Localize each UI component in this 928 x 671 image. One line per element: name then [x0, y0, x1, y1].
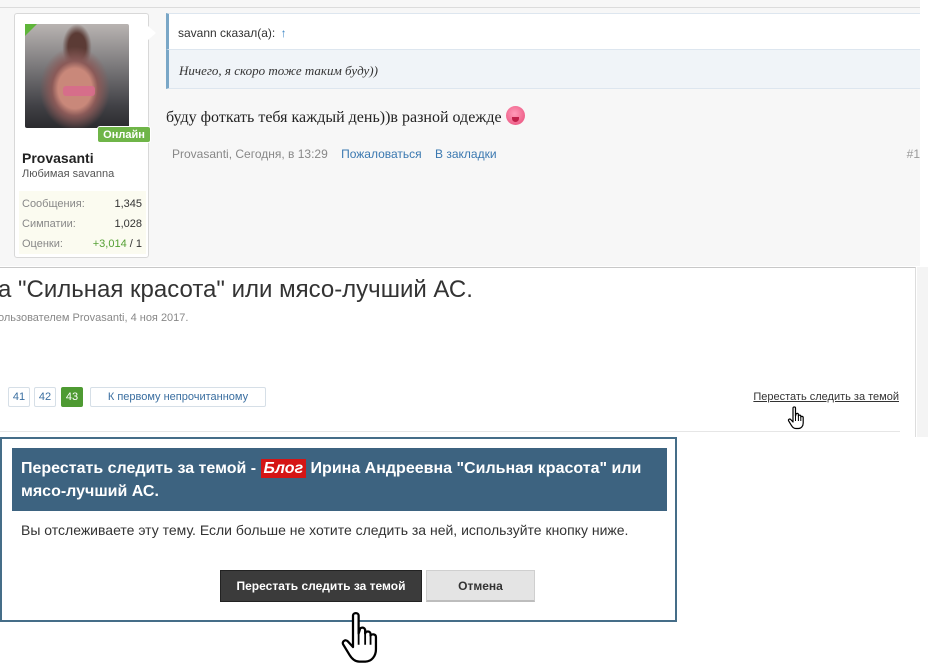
stat-value[interactable]: 1,028 [114, 218, 142, 230]
rating-positive: +3,014 [92, 238, 127, 250]
divider [0, 431, 900, 432]
stat-value[interactable]: +3,014 / 1 [93, 238, 142, 250]
dialog-title: Перестать следить за темой - Блог Ирина … [12, 448, 667, 511]
unwatch-thread-link[interactable]: Перестать следить за темой [753, 391, 899, 403]
stat-label: Оценки: [22, 238, 63, 250]
post-message: буду фоткать тебя каждый день))в разной … [166, 106, 525, 127]
online-corner-indicator [25, 24, 37, 36]
page-edge [917, 267, 928, 437]
username[interactable]: Provasanti [22, 150, 94, 166]
online-badge: Онлайн [97, 126, 151, 143]
post-author-time[interactable]: Provasanti, Сегодня, в 13:29 [172, 147, 328, 161]
stat-ratings: Оценки: +3,014 / 1 [22, 238, 144, 250]
cancel-button[interactable]: Отмена [426, 570, 535, 602]
post-panel: Онлайн Provasanti Любимая savanna Сообще… [0, 0, 920, 266]
blog-tag: Блог [260, 459, 307, 478]
post-meta: Provasanti, Сегодня, в 13:29 Пожаловатьс… [172, 147, 497, 161]
quote-text: Ничего, я скоро тоже таким буду)) [166, 49, 920, 89]
stat-label: Сообщения: [22, 198, 85, 210]
quote-header: savann сказал(а): ↑ [166, 13, 920, 49]
page-41[interactable]: 41 [8, 387, 30, 407]
stat-likes: Симпатии: 1,028 [22, 218, 144, 230]
thread-title: а "Сильная красота" или мясо-лучший АС. [0, 276, 473, 303]
unwatch-dialog: Перестать следить за темой - Блог Ирина … [0, 437, 677, 622]
user-card: Онлайн Provasanti Любимая savanna Сообще… [14, 13, 151, 258]
hand-pointer-icon [341, 612, 378, 663]
post-number[interactable]: #1 [907, 147, 920, 161]
divider [0, 7, 920, 8]
bookmark-link[interactable]: В закладки [435, 147, 497, 161]
smiley-tongue-icon [505, 106, 525, 125]
dialog-title-prefix: Перестать следить за темой - [21, 460, 261, 477]
confirm-unwatch-button[interactable]: Перестать следить за темой [220, 570, 422, 602]
report-link[interactable]: Пожаловаться [341, 147, 422, 161]
user-title: Любимая savanna [22, 168, 115, 180]
page-42[interactable]: 42 [34, 387, 56, 407]
dialog-body: Вы отслеживаете эту тему. Если больше не… [21, 522, 629, 538]
message-text: буду фоткать тебя каждый день))в разной … [166, 109, 502, 126]
avatar[interactable] [25, 24, 129, 128]
stat-value[interactable]: 1,345 [114, 198, 142, 210]
card-pointer [148, 26, 156, 40]
first-unread-button[interactable]: К первому непрочитанному [90, 387, 266, 407]
arrow-up-icon[interactable]: ↑ [281, 26, 287, 40]
user-stats: Сообщения: 1,345 Симпатии: 1,028 Оценки:… [19, 191, 146, 254]
thread-header: а "Сильная красота" или мясо-лучший АС. … [0, 267, 916, 437]
stat-messages: Сообщения: 1,345 [22, 198, 144, 210]
hand-pointer-icon [787, 406, 804, 430]
rating-rest: / 1 [126, 238, 142, 250]
quote-author: savann сказал(а): [178, 26, 276, 40]
thread-subtitle: ользователем Provasanti, 4 ноя 2017. [0, 312, 189, 324]
stat-label: Симпатии: [22, 218, 76, 230]
page-43-current[interactable]: 43 [61, 387, 83, 407]
